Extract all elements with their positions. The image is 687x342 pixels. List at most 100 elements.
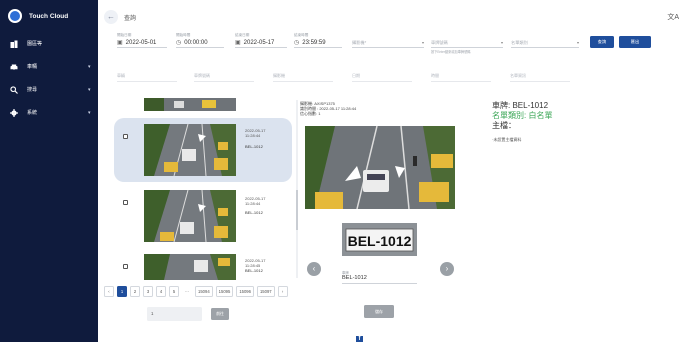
search-button[interactable]: 查詢 (590, 36, 614, 48)
camera-select[interactable]: 攝影機* ▾ (352, 33, 424, 48)
chevron-down-icon: ▾ (421, 40, 424, 45)
list-scrollbar[interactable] (296, 100, 298, 278)
start-date-value: 2022-05-01 (125, 39, 157, 46)
page-button[interactable]: 15094 (195, 286, 213, 297)
page-button[interactable]: 4 (156, 286, 166, 297)
column-header-plate[interactable]: 車牌號碼 (194, 73, 254, 82)
app-root: Touch Cloud 園區等 車輛 ▾ 搜尋 ▾ 系統 ▾ ← 查詢 文A 開… (0, 0, 687, 342)
save-button[interactable]: 儲存 (364, 305, 394, 318)
sidebar-item-label: 系統 (27, 110, 38, 116)
sidebar-item-label: 搜尋 (27, 87, 38, 93)
info-list-type: 名單類別: 白名單 (492, 111, 553, 120)
sidebar-item-system[interactable]: 系統 ▾ (0, 101, 98, 124)
column-header-list-info[interactable]: 名單資訊 (510, 73, 570, 82)
brand-logo-icon (8, 9, 22, 23)
page-button[interactable]: 15097 (256, 286, 275, 297)
chevron-right-icon: › (445, 264, 449, 273)
goto-page-button[interactable]: 前往 (211, 308, 229, 320)
sidebar: Touch Cloud 園區等 車輛 ▾ 搜尋 ▾ 系統 ▾ (0, 0, 98, 342)
brand[interactable]: Touch Cloud (0, 0, 98, 32)
column-header-date[interactable]: 日期 (352, 73, 412, 82)
page-button[interactable]: 15095 (215, 286, 234, 297)
page-ellipsis: ... (185, 288, 189, 293)
chevron-down-icon: ▾ (88, 86, 91, 93)
plate-edit-field[interactable]: 車牌 BEL-1012 (342, 270, 417, 284)
row-checkbox[interactable] (123, 134, 128, 139)
sidebar-item-site[interactable]: 園區等 (0, 32, 98, 55)
end-date-field[interactable]: 結束日期 ▣ 2022-05-17 (235, 33, 287, 48)
chevron-down-icon: ▾ (88, 63, 91, 70)
vehicle-thumbnail (144, 254, 236, 280)
previous-arrow-button[interactable]: ‹ (307, 262, 321, 276)
row-time: 11:28:44 (245, 201, 261, 206)
vehicle-info-panel: 車牌: BEL-1012 名單類別: 白名單 主檔： ·未設置主檔資料 (492, 101, 552, 143)
clock-icon: ◷ (176, 40, 182, 46)
plate-hint: 按下Enter鍵來增加車牌號碼 (431, 50, 471, 54)
plate-placeholder: 車牌號碼 (431, 39, 448, 45)
pagination: ‹ 1 2 3 4 5 ... 15094 15095 15096 15097 … (104, 286, 288, 297)
vehicle-thumbnail (144, 190, 236, 242)
chevron-down-icon: ▾ (500, 40, 503, 45)
page-button[interactable]: 2 (130, 286, 140, 297)
plate-edit-value[interactable]: BEL-1012 (342, 275, 417, 284)
export-button[interactable]: 匯出 (619, 36, 651, 48)
vehicle-thumbnail (144, 98, 236, 111)
back-button[interactable]: ← (104, 10, 118, 24)
chevron-left-icon: ‹ (312, 264, 316, 273)
page-next-button[interactable]: › (277, 286, 288, 297)
list-type-placeholder: 名單類別 (511, 39, 528, 45)
translate-icon[interactable]: 文A (667, 12, 679, 22)
page-button[interactable]: 3 (143, 286, 153, 297)
end-time-field[interactable]: 結束時間 ◷ 23:59:59 (294, 33, 342, 48)
row-meta: 2022-05-17 11:28:44 BEL-1012 (245, 196, 265, 215)
list-item[interactable]: 2022-05-17 11:28:45 BEL-1012 (114, 250, 292, 280)
list-type-select[interactable]: 名單類別 ▾ (511, 33, 579, 48)
page-button[interactable]: 1 (117, 286, 127, 297)
list-item[interactable] (114, 98, 292, 112)
chevron-down-icon: ▾ (88, 109, 91, 116)
info-plate: 車牌: BEL-1012 (492, 101, 549, 110)
list-item-selected[interactable]: 2022-05-17 11:28:44 BEL-1012 (114, 118, 292, 182)
row-meta: 2022-05-17 11:28:44 BEL-1012 (245, 128, 265, 149)
plate-input[interactable]: 車牌號碼 ▾ 按下Enter鍵來增加車牌號碼 (431, 33, 503, 54)
calendar-icon: ▣ (117, 40, 123, 46)
page-prev-button[interactable]: ‹ (104, 286, 114, 297)
start-date-field[interactable]: 開始日期 ▣ 2022-05-01 (117, 33, 167, 48)
detail-info: 攝影機: AXISP1375 識別時間 : 2022-05-17 11:28:4… (300, 101, 356, 116)
info-owner: 主檔： (492, 121, 516, 130)
row-meta: 2022-05-17 11:28:45 BEL-1012 (245, 258, 265, 273)
goto-page-input[interactable]: 1 (147, 307, 202, 321)
brand-name: Touch Cloud (29, 12, 69, 20)
column-header-time[interactable]: 時間 (431, 73, 491, 82)
column-header-camera[interactable]: 攝影機 (273, 73, 333, 82)
info-note: ·未設置主檔資料 (492, 137, 522, 142)
car-icon (10, 63, 18, 71)
clock-icon: ◷ (294, 40, 300, 46)
plate-crop-image: BEL-1012 (342, 223, 417, 256)
building-icon (10, 40, 18, 48)
facebook-icon[interactable]: f (356, 336, 363, 342)
sidebar-item-label: 車輛 (27, 64, 38, 70)
row-plate: BEL-1012 (245, 210, 263, 215)
list-item[interactable]: 2022-05-17 11:28:44 BEL-1012 (114, 186, 292, 244)
sidebar-item-vehicle[interactable]: 車輛 ▾ (0, 55, 98, 78)
start-time-field[interactable]: 開始時間 ◷ 00:00:00 (176, 33, 224, 48)
start-time-value: 00:00:00 (184, 39, 208, 46)
calendar-icon: ▣ (235, 40, 241, 46)
search-icon (10, 85, 18, 94)
end-time-value: 23:59:59 (302, 39, 326, 46)
row-checkbox[interactable] (123, 264, 128, 269)
row-plate: BEL-1012 (245, 144, 263, 149)
page-title: 查詢 (124, 16, 137, 22)
column-header-vehicle[interactable]: 車輛 (117, 73, 177, 82)
next-arrow-button[interactable]: › (440, 262, 454, 276)
page-button[interactable]: 5 (169, 286, 179, 297)
sidebar-item-label: 園區等 (27, 41, 43, 47)
vehicle-thumbnail (144, 124, 236, 176)
chevron-down-icon: ▾ (576, 40, 579, 45)
row-checkbox[interactable] (123, 200, 128, 205)
sidebar-item-search[interactable]: 搜尋 ▾ (0, 78, 98, 101)
page-button[interactable]: 15096 (236, 286, 254, 297)
camera-placeholder: 攝影機* (352, 39, 367, 45)
scrollbar-thumb[interactable] (296, 190, 298, 230)
